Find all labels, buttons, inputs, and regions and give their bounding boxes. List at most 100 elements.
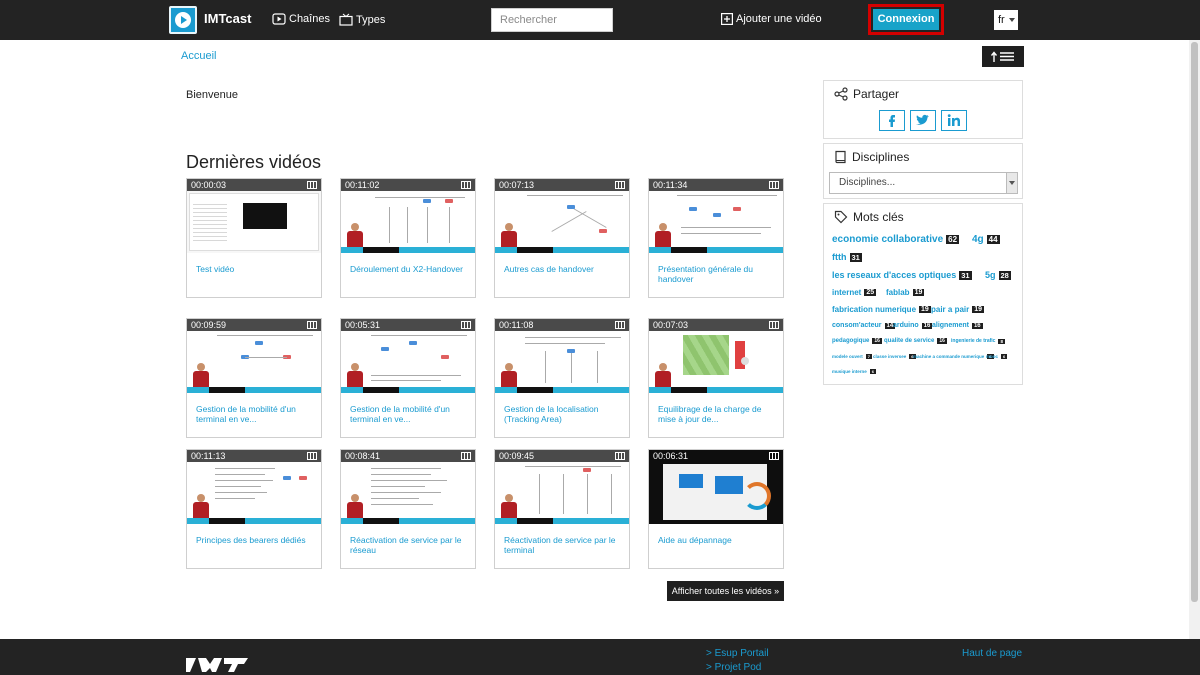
video-card[interactable]: 00:07:03 Equilibrage de la charge de mis…	[648, 318, 784, 438]
linkedin-share-button[interactable]	[941, 110, 967, 131]
footer-link-esup[interactable]: > Esup Portail	[706, 648, 769, 659]
video-duration: 00:08:41	[345, 451, 381, 461]
brand-name[interactable]: IMTcast	[204, 11, 251, 26]
keyword-tag[interactable]: 5g 28	[985, 270, 1011, 280]
video-thumbnail[interactable]: 00:05:31	[341, 319, 475, 393]
keyword-tag[interactable]: consom'acteur 14	[832, 322, 896, 329]
keyword-tag[interactable]: machine a commande numerique 6	[913, 354, 994, 359]
video-card[interactable]: 00:11:34 Présentation générale du handov…	[648, 178, 784, 298]
imtcast-logo-icon[interactable]	[169, 6, 197, 34]
video-duration: 00:05:31	[345, 320, 381, 330]
login-button[interactable]: Connexion	[873, 9, 939, 30]
keyword-tag[interactable]: musique interne 6	[832, 369, 876, 374]
keyword-tag[interactable]: arduino 16	[893, 322, 933, 329]
video-thumbnail[interactable]: 00:07:03	[649, 319, 783, 393]
keyword-tag[interactable]: classe inversee 6	[873, 354, 916, 359]
keyword-tag[interactable]: economie collaborative 62	[832, 234, 960, 245]
video-thumbnail[interactable]: 00:07:13	[495, 179, 629, 253]
video-card[interactable]: 00:11:13 Principes des bearers dédiés	[186, 449, 322, 569]
video-title[interactable]: Réactivation de service par le terminal	[504, 535, 622, 555]
keyword-tag[interactable]: fablab 19	[886, 288, 925, 297]
keyword-label: les reseaux d'acces optiques	[832, 270, 957, 280]
nav-channels[interactable]: Chaînes	[272, 13, 330, 25]
video-card[interactable]: 00:09:59 Gestion de la mobilité d'un ter…	[186, 318, 322, 438]
keyword-count: 16	[921, 322, 933, 329]
keyword-count: 6	[869, 369, 876, 374]
breadcrumb-home[interactable]: Accueil	[181, 50, 216, 62]
video-thumbnail[interactable]: 00:00:03	[187, 179, 321, 253]
film-icon	[307, 452, 317, 460]
share-title: Partager	[853, 87, 900, 101]
keyword-tag[interactable]: 4g 44	[972, 234, 1000, 245]
film-icon	[461, 321, 471, 329]
video-title[interactable]: Autres cas de handover	[504, 264, 622, 274]
disciplines-title: Disciplines	[852, 150, 910, 164]
video-title[interactable]: Gestion de la mobilité d'un terminal en …	[350, 404, 468, 424]
keyword-count: 16	[971, 322, 983, 329]
video-title[interactable]: Présentation générale du handover	[658, 264, 776, 284]
plus-square-icon	[721, 13, 733, 25]
keyword-label: mooc	[986, 354, 999, 359]
video-card[interactable]: 00:06:31 Aide au dépannage	[648, 449, 784, 569]
video-title[interactable]: Test vidéo	[196, 264, 314, 274]
add-video-button[interactable]: Ajouter une vidéo	[721, 13, 822, 25]
footer-link-pod[interactable]: > Projet Pod	[706, 662, 761, 673]
video-thumbnail[interactable]: 00:11:02	[341, 179, 475, 253]
video-title[interactable]: Réactivation de service par le réseau	[350, 535, 468, 555]
video-title[interactable]: Déroulement du X2-Handover	[350, 264, 468, 274]
keywords-panel: Mots clés economie collaborative 62 4g 4…	[823, 203, 1023, 385]
keyword-tag[interactable]: modele ouvert 7	[832, 354, 872, 359]
keyword-tag[interactable]: ftth 31	[832, 252, 862, 262]
keyword-label: ingenierie de trafic	[951, 338, 996, 344]
keyword-count: 31	[849, 252, 862, 262]
video-thumbnail[interactable]: 00:11:08	[495, 319, 629, 393]
keyword-tag[interactable]: alignement 16	[932, 322, 983, 329]
twitter-share-button[interactable]	[910, 110, 936, 131]
facebook-share-button[interactable]	[879, 110, 905, 131]
video-thumbnail[interactable]: 00:09:59	[187, 319, 321, 393]
video-title[interactable]: Gestion de la localisation (Tracking Are…	[504, 404, 622, 424]
video-card[interactable]: 00:07:13 Autres cas de handover	[494, 178, 630, 298]
share-heading: Partager	[834, 87, 899, 101]
keyword-tag[interactable]: les reseaux d'acces optiques 31	[832, 270, 972, 280]
toc-toggle-button[interactable]	[982, 46, 1024, 67]
video-thumbnail[interactable]: 00:09:45	[495, 450, 629, 524]
video-card[interactable]: 00:11:08 Gestion de la localisation (Tra…	[494, 318, 630, 438]
search-input[interactable]	[491, 8, 613, 32]
keyword-label: musique interne	[832, 369, 867, 374]
video-thumbnail[interactable]: 00:08:41	[341, 450, 475, 524]
tag-icon	[834, 210, 848, 224]
keyword-count: 31	[959, 270, 972, 280]
back-to-top-link[interactable]: Haut de page	[962, 648, 1022, 659]
video-card[interactable]: 00:05:31 Gestion de la mobilité d'un ter…	[340, 318, 476, 438]
video-title[interactable]: Equilibrage de la charge de mise à jour …	[658, 404, 776, 424]
film-icon	[769, 452, 779, 460]
keyword-label: pair a pair	[931, 305, 970, 314]
language-select[interactable]: fr	[994, 10, 1018, 30]
keyword-tag[interactable]: pedagogique 16	[832, 338, 882, 344]
keyword-tag[interactable]: mooc 6	[986, 354, 1008, 359]
video-title[interactable]: Gestion de la mobilité d'un terminal en …	[196, 404, 314, 424]
video-card[interactable]: 00:11:02 Déroulement du X2-Handover	[340, 178, 476, 298]
keyword-label: internet	[832, 288, 862, 297]
video-card[interactable]: 00:00:03 Test vidéo	[186, 178, 322, 298]
keyword-count: 62	[946, 235, 960, 244]
page-scrollbar[interactable]	[1189, 40, 1200, 639]
video-title[interactable]: Aide au dépannage	[658, 535, 776, 545]
disciplines-select[interactable]: Disciplines...	[829, 172, 1018, 194]
keyword-tag[interactable]: internet 25	[832, 288, 877, 297]
show-all-videos-button[interactable]: Afficher toutes les vidéos »	[667, 581, 784, 601]
keyword-tag[interactable]: fabrication numerique 19	[832, 305, 931, 314]
nav-types[interactable]: Types	[339, 13, 385, 26]
video-title[interactable]: Principes des bearers dédiés	[196, 535, 314, 545]
keyword-tag[interactable]: pair a pair 19	[931, 305, 985, 314]
video-thumbnail[interactable]: 00:11:34	[649, 179, 783, 253]
keyword-tag[interactable]: ingenierie de trafic 8	[951, 338, 1005, 344]
video-thumbnail[interactable]: 00:06:31	[649, 450, 783, 524]
keyword-count: 19	[919, 306, 931, 313]
login-highlight: Connexion	[868, 4, 944, 35]
video-card[interactable]: 00:08:41 Réactivation de service par le …	[340, 449, 476, 569]
keyword-tag[interactable]: qualite de service 16	[884, 338, 947, 344]
video-card[interactable]: 00:09:45 Réactivation de service par le …	[494, 449, 630, 569]
video-thumbnail[interactable]: 00:11:13	[187, 450, 321, 524]
